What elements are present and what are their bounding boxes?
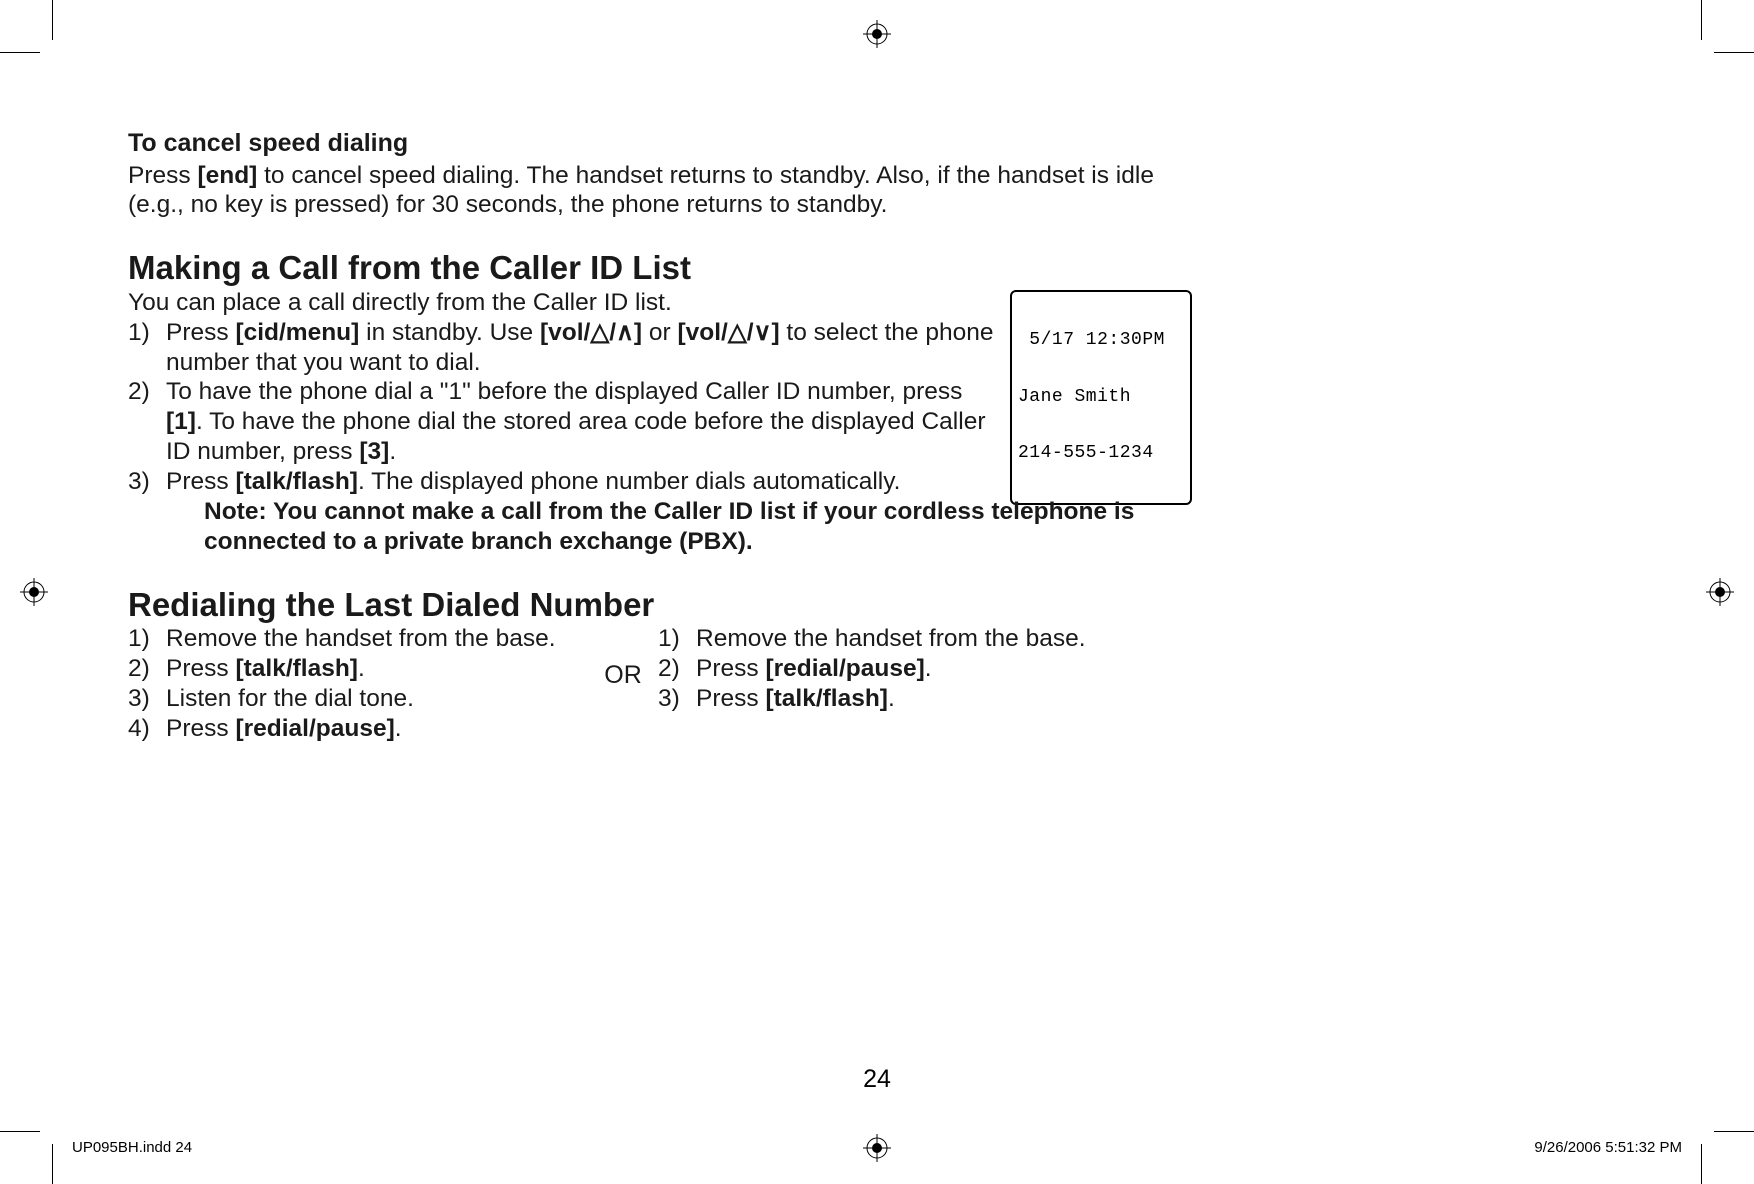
caller-id-intro: You can place a call directly from the C… [128,288,1208,318]
list-item: 1) Remove the handset from the base. [658,624,1208,654]
list-item: 3) Press [talk/flash]. [658,684,1208,714]
registration-mark-icon [1706,578,1734,606]
text: Press [696,685,765,712]
key-vol-down: [vol/△/∨] [678,319,780,346]
list-body: Press [talk/flash]. The displayed phone … [166,467,998,497]
redial-method-a: 1) Remove the handset from the base. 2) … [128,624,588,744]
text: . [358,655,365,682]
key-vol-up: [vol/△/∧] [540,319,642,346]
text: to cancel speed dialing. The handset ret… [128,162,1154,219]
list-body: Press [redial/pause]. [166,714,588,744]
section-heading-redial: Redialing the Last Dialed Number [128,585,1208,625]
text: Press [166,468,235,495]
list-body: Remove the handset from the base. [696,624,1208,654]
list-marker: 1) [658,624,696,654]
crop-mark-bottom-left [0,1124,60,1184]
note-pbx: Note: You cannot make a call from the Ca… [128,497,1188,557]
section-heading-cancel: To cancel speed dialing [128,128,1208,159]
or-separator: OR [588,624,658,691]
crop-mark-bottom-right [1694,1124,1754,1184]
caller-id-steps: 1) Press [cid/menu] in standby. Use [vol… [128,318,998,497]
paragraph-cancel: Press [end] to cancel speed dialing. The… [128,161,1208,221]
list-body: To have the phone dial a "1" before the … [166,377,998,467]
list-item: 3) Listen for the dial tone. [128,684,588,714]
text: Press [128,162,197,189]
key-talk-flash: [talk/flash] [235,468,358,495]
list-item: 4) Press [redial/pause]. [128,714,588,744]
list-marker: 2) [128,654,166,684]
text: . [389,438,396,465]
redial-steps-a: 1) Remove the handset from the base. 2) … [128,624,588,744]
text: Press [166,715,235,742]
list-item: 2) To have the phone dial a "1" before t… [128,377,998,467]
key-redial-pause: [redial/pause] [235,715,394,742]
key-end: [end] [197,162,257,189]
list-body: Press [talk/flash]. [696,684,1208,714]
text: Press [166,655,235,682]
text: . [925,655,932,682]
list-marker: 2) [128,377,166,467]
list-marker: 2) [658,654,696,684]
text: . To have the phone dial the stored area… [166,408,985,465]
list-marker: 3) [658,684,696,714]
section-heading-caller-id: Making a Call from the Caller ID List [128,248,1208,288]
list-marker: 1) [128,318,166,378]
key-3: [3] [359,438,389,465]
text: or [642,319,677,346]
list-marker: 3) [128,684,166,714]
list-body: Press [redial/pause]. [696,654,1208,684]
list-item: 1) Press [cid/menu] in standby. Use [vol… [128,318,998,378]
text: in standby. Use [359,319,540,346]
page-number: 24 [0,1065,1754,1094]
content-body: To cancel speed dialing Press [end] to c… [128,128,1208,744]
key-talk-flash: [talk/flash] [765,685,888,712]
registration-mark-icon [20,578,48,606]
key-redial-pause: [redial/pause] [765,655,924,682]
text: Press [166,319,235,346]
list-marker: 3) [128,467,166,497]
list-item: 2) Press [talk/flash]. [128,654,588,684]
list-body: Press [talk/flash]. [166,654,588,684]
list-item: 3) Press [talk/flash]. The displayed pho… [128,467,998,497]
page: 5/17 12:30PM Jane Smith 214-555-1234 To … [0,0,1754,1184]
redial-columns: 1) Remove the handset from the base. 2) … [128,624,1208,744]
imprint-footer: UP095BH.indd 24 9/26/2006 5:51:32 PM [72,1139,1682,1156]
list-marker: 1) [128,624,166,654]
crop-mark-top-left [0,0,60,60]
text: . The displayed phone number dials autom… [358,468,901,495]
registration-mark-icon [863,20,891,48]
redial-method-b: 1) Remove the handset from the base. 2) … [658,624,1208,714]
list-body: Press [cid/menu] in standby. Use [vol/△/… [166,318,998,378]
key-1: [1] [166,408,196,435]
imprint-timestamp: 9/26/2006 5:51:32 PM [1534,1139,1682,1156]
text: . [395,715,402,742]
list-body: Listen for the dial tone. [166,684,588,714]
imprint-filename: UP095BH.indd 24 [72,1139,192,1156]
crop-mark-top-right [1694,0,1754,60]
text: . [888,685,895,712]
key-talk-flash: [talk/flash] [235,655,358,682]
list-item: 2) Press [redial/pause]. [658,654,1208,684]
text: To have the phone dial a "1" before the … [166,378,962,405]
list-item: 1) Remove the handset from the base. [128,624,588,654]
key-cid-menu: [cid/menu] [235,319,359,346]
text: Press [696,655,765,682]
list-body: Remove the handset from the base. [166,624,588,654]
redial-steps-b: 1) Remove the handset from the base. 2) … [658,624,1208,714]
list-marker: 4) [128,714,166,744]
